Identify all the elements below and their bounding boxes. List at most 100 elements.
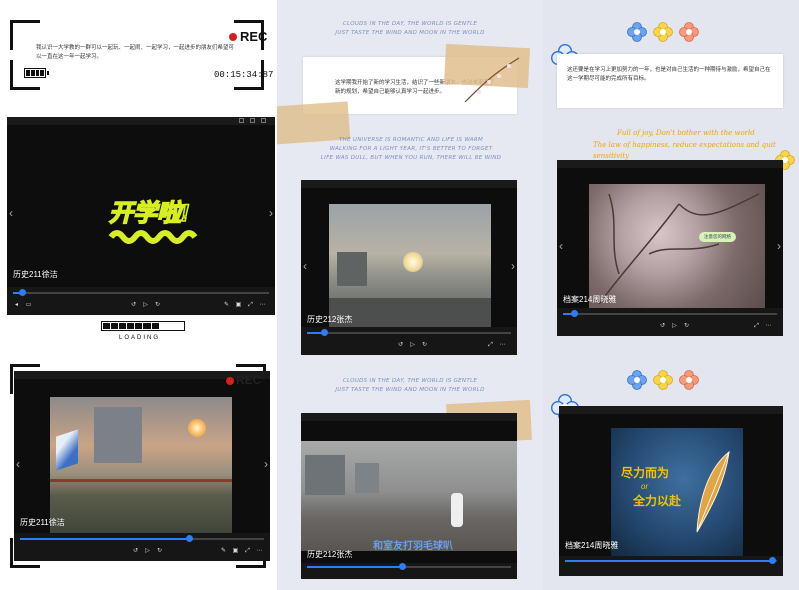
more-icon[interactable]: ⋯ [259,302,266,309]
seek-bar[interactable] [565,557,777,564]
column-middle: CLOUDS IN THE DAY, THE WORLD IS GENTLE J… [277,0,543,590]
video-player[interactable]: 尽力而为 or 全力以赴 档案214周晓雅 [559,406,783,576]
window-titlebar [559,406,783,414]
rewind-icon[interactable]: ↺ [659,323,666,330]
seek-handle[interactable] [321,329,328,336]
prev-arrow-icon[interactable]: ‹ [559,239,563,253]
fullscreen-icon[interactable]: ⤢ [244,548,251,555]
player-controls: ◂ ▭ ↺ ▷ ↻ ✎ ▣ ⤢ ⋯ [7,287,275,315]
close-icon[interactable] [261,118,266,123]
more-icon[interactable]: ⋯ [765,323,772,330]
rewind-icon[interactable]: ↺ [132,548,139,555]
road [329,298,491,328]
rec-label: REC [240,29,268,44]
seek-bar[interactable] [563,310,777,317]
next-arrow-icon[interactable]: › [269,206,273,220]
rewind-icon[interactable]: ↺ [130,302,137,309]
video-caption: 历史211徐洁 [13,270,58,279]
player-controls: ↺ ▷ ↻ ⤢ ⋯ [301,327,517,355]
play-icon[interactable]: ▷ [144,548,151,555]
player-figure [451,493,463,527]
seek-handle[interactable] [571,310,578,317]
edit-icon[interactable]: ✎ [223,302,230,309]
player-controls [301,563,517,579]
edit-icon[interactable]: ✎ [220,548,227,555]
video-caption: 档案214周晓雅 [563,295,617,304]
seek-handle[interactable] [186,535,193,542]
forward-icon[interactable]: ↻ [154,302,161,309]
next-arrow-icon[interactable]: › [511,259,515,273]
headline: CLOUDS IN THE DAY, THE WORLD IS GENTLE J… [335,378,485,393]
seek-bar[interactable] [13,289,269,296]
video-caption: 档案214周晓雅 [565,541,619,550]
video-subtitle: 和室友打羽毛球叭 [373,541,453,552]
seek-handle[interactable] [19,289,26,296]
flower-icon [653,370,673,390]
flag [56,429,78,471]
flower-icon [627,22,647,42]
column-right: 这还要是在学习上更加努力的一年，也是对自己生活的一种期待与激励，希望自己在这一学… [543,0,799,590]
video-caption: 历史211徐洁 [20,518,65,527]
forward-icon[interactable]: ↻ [156,548,163,555]
next-arrow-icon[interactable]: › [777,239,781,253]
more-icon[interactable]: ⋯ [499,342,506,349]
sticker-label: 注意您的网络 [699,232,736,242]
building [355,463,379,493]
subtitles-icon[interactable]: ▭ [25,302,32,309]
flower-icon [679,22,699,42]
video-player[interactable]: 注意您的网络 ‹ › 档案214周晓雅 ↺ ▷ ↻ ⤢ ⋯ [557,160,783,336]
video-frame-poster: 尽力而为 or 全力以赴 [611,428,743,556]
player-controls: ↺ ▷ ↻ ⤢ ⋯ [557,308,783,336]
fullscreen-icon[interactable]: ⤢ [753,323,760,330]
branches [598,193,760,305]
poster-or: or [641,482,649,491]
play-icon[interactable]: ▷ [142,302,149,309]
maximize-icon[interactable] [250,118,255,123]
seek-bar[interactable] [307,563,511,570]
player-controls [559,556,783,576]
play-icon[interactable]: ▷ [409,342,416,349]
rewind-icon[interactable]: ↺ [397,342,404,349]
rec-label: REC [236,373,262,387]
prev-arrow-icon[interactable]: ‹ [303,259,307,273]
window-titlebar [7,117,275,125]
minimize-icon[interactable] [239,118,244,123]
flower-icon [679,370,699,390]
miniplayer-icon[interactable]: ▣ [232,548,239,555]
prev-arrow-icon[interactable]: ‹ [16,457,20,471]
rec-dot-icon [229,33,237,41]
seek-handle[interactable] [769,557,776,564]
forward-icon[interactable]: ↻ [421,342,428,349]
play-icon[interactable]: ▷ [671,323,678,330]
column-left: REC 00:15:34:87 我认识一大学教的一群可以一起玩、一起闹、一起学习… [0,0,277,590]
video-player[interactable]: 开学啦! ‹ › 历史211徐洁 ◂ ▭ ↺ ▷ ↻ ✎ ▣ ⤢ ⋯ [7,117,275,315]
more-icon[interactable]: ⋯ [256,548,263,555]
title-art: 开学啦! [103,189,213,249]
flower-icon [627,370,647,390]
poster-line2: 全力以赴 [633,494,682,508]
note-text: 这还要是在学习上更加努力的一年，也是对自己生活的一种期待与激励，希望自己在这一学… [567,67,771,82]
fullscreen-icon[interactable]: ⤢ [247,302,254,309]
miniplayer-icon[interactable]: ▣ [235,302,242,309]
window-titlebar [301,180,517,188]
seek-handle[interactable] [399,563,406,570]
window-titlebar [301,413,517,421]
rec-dot-icon [226,377,234,385]
seek-bar[interactable] [307,329,511,336]
battery-icon [24,68,49,78]
video-player[interactable]: ‹ › 历史212张杰 ↺ ▷ ↻ ⤢ ⋯ [301,180,517,355]
fullscreen-icon[interactable]: ⤢ [487,342,494,349]
prev-arrow-icon[interactable]: ‹ [9,206,13,220]
timecode: 00:15:34:87 [214,70,274,80]
video-frame-field [50,397,232,537]
volume-icon[interactable]: ◂ [13,302,20,309]
seek-bar[interactable] [20,535,264,542]
video-player[interactable]: 和室友打羽毛球叭 历史212张杰 [301,413,517,579]
window-titlebar [557,160,783,168]
video-player[interactable]: REC ‹ › 历史211徐洁 ↺ ▷ ↻ ✎ ▣ ⤢ ⋯ [14,371,270,561]
next-arrow-icon[interactable]: › [264,457,268,471]
building [305,455,345,495]
video-frame-sunset-street [329,204,491,328]
building [337,252,367,286]
forward-icon[interactable]: ↻ [683,323,690,330]
